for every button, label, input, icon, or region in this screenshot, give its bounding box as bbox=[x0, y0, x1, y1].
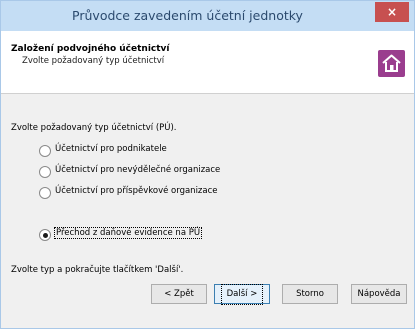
wizard-content: Zvolte požadovaný typ účetnictví (PÚ). Ú… bbox=[1, 94, 414, 280]
help-button-label: Nápověda bbox=[357, 289, 401, 299]
next-button-label: Další > bbox=[220, 284, 264, 305]
back-button-label: < Zpět bbox=[164, 289, 194, 299]
radio-label[interactable]: Účetnictví pro podnikatele bbox=[55, 144, 167, 154]
radio-button[interactable] bbox=[39, 145, 51, 157]
close-icon: × bbox=[386, 5, 398, 19]
radio-button[interactable] bbox=[39, 166, 51, 178]
wizard-header: Založení podvojného účetnictví Zvolte po… bbox=[1, 31, 414, 94]
radio-label[interactable]: Přechod z daňové evidence na PÚ bbox=[53, 227, 203, 239]
radio-label[interactable]: Účetnictví pro příspěvkové organizace bbox=[55, 186, 218, 196]
back-button[interactable]: < Zpět bbox=[151, 284, 207, 304]
page-subtitle: Zvolte požadovaný typ účetnictví bbox=[22, 56, 165, 66]
help-button[interactable]: Nápověda bbox=[351, 284, 407, 304]
type-prompt: Zvolte požadovaný typ účetnictví (PÚ). bbox=[11, 123, 177, 133]
instruction-text: Zvolte typ a pokračujte tlačítkem 'Další… bbox=[11, 265, 184, 275]
radio-label[interactable]: Účetnictví pro nevýdělečné organizace bbox=[55, 165, 220, 175]
radio-button-selected[interactable] bbox=[39, 229, 51, 241]
cancel-button[interactable]: Storno bbox=[282, 284, 338, 304]
title-bar[interactable]: Průvodce zavedením účetní jednotky × bbox=[1, 1, 414, 31]
close-button[interactable]: × bbox=[375, 2, 409, 22]
house-icon bbox=[378, 50, 405, 77]
cancel-button-label: Storno bbox=[296, 289, 324, 299]
radio-button[interactable] bbox=[39, 187, 51, 199]
wizard-window: Průvodce zavedením účetní jednotky × Zal… bbox=[0, 0, 415, 329]
next-button[interactable]: Další > bbox=[214, 284, 270, 305]
window-title: Průvodce zavedením účetní jednotky bbox=[72, 8, 303, 23]
page-title: Založení podvojného účetnictví bbox=[11, 44, 170, 54]
